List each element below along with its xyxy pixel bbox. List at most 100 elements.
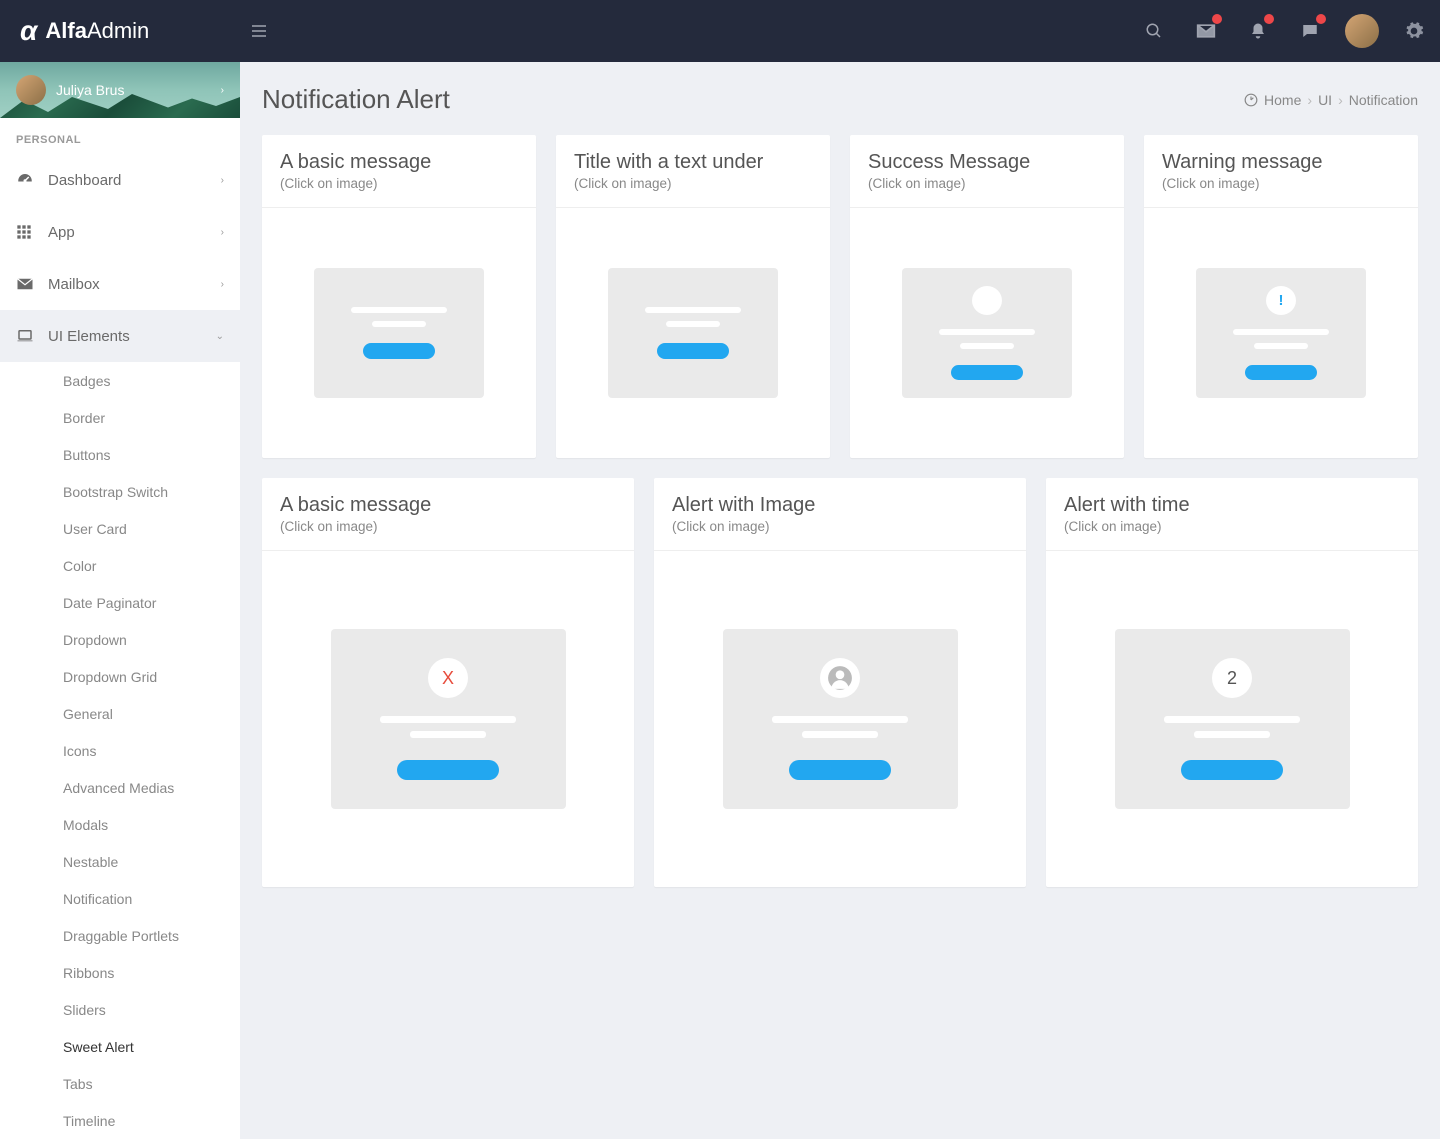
page-title: Notification Alert xyxy=(262,84,450,115)
sub-item-advanced-medias[interactable]: Advanced Medias xyxy=(0,769,240,806)
chevron-down-icon: ⌄ xyxy=(216,331,224,342)
placeholder-line xyxy=(1254,343,1309,349)
card-header: A basic message(Click on image) xyxy=(262,135,536,208)
search-icon xyxy=(1145,22,1163,40)
alert-card: Title with a text under(Click on image) xyxy=(556,135,830,458)
alert-preview[interactable] xyxy=(723,629,958,809)
placeholder-line xyxy=(1233,329,1329,335)
placeholder-line xyxy=(772,716,907,723)
sidebar: Juliya Brus › PERSONAL Dashboard›App›Mai… xyxy=(0,62,240,1139)
mail-icon xyxy=(16,275,48,293)
card-subtitle: (Click on image) xyxy=(574,176,812,191)
sub-item-user-card[interactable]: User Card xyxy=(0,510,240,547)
sub-item-buttons[interactable]: Buttons xyxy=(0,436,240,473)
alert-preview[interactable] xyxy=(314,268,484,398)
card-subtitle: (Click on image) xyxy=(1064,519,1400,534)
nav-item-dashboard[interactable]: Dashboard› xyxy=(0,154,240,206)
card-title: Alert with time xyxy=(1064,494,1400,517)
dashboard-icon xyxy=(1244,93,1258,107)
placeholder-button xyxy=(363,343,436,359)
alert-preview[interactable]: ! xyxy=(1196,268,1366,398)
alert-preview[interactable] xyxy=(608,268,778,398)
brand-bold: Alfa xyxy=(45,18,87,43)
chevron-right-icon: › xyxy=(221,279,224,290)
sub-item-badges[interactable]: Badges xyxy=(0,362,240,399)
bell-badge xyxy=(1264,14,1274,24)
page-header: Notification Alert Home › UI › Notificat… xyxy=(262,84,1418,115)
alert-card: A basic message(Click on image) xyxy=(262,135,536,458)
card-subtitle: (Click on image) xyxy=(868,176,1106,191)
user-panel[interactable]: Juliya Brus › xyxy=(0,62,240,118)
sub-item-notification[interactable]: Notification xyxy=(0,880,240,917)
user-avatar-icon xyxy=(16,75,46,105)
nav-item-ui-elements[interactable]: UI Elements⌄ xyxy=(0,310,240,362)
top-header: α AlfaAdmin xyxy=(0,0,1440,62)
alert-card: Success Message(Click on image) xyxy=(850,135,1124,458)
sub-item-tabs[interactable]: Tabs xyxy=(0,1065,240,1102)
user-avatar-button[interactable] xyxy=(1336,0,1388,62)
main-content: Notification Alert Home › UI › Notificat… xyxy=(240,62,1440,1139)
timer-value: 2 xyxy=(1212,658,1252,698)
placeholder-button xyxy=(397,760,499,780)
alert-card: Warning message (Click on image)! xyxy=(1144,135,1418,458)
sub-item-sweet-alert[interactable]: Sweet Alert xyxy=(0,1028,240,1065)
alert-preview[interactable]: X xyxy=(331,629,566,809)
sub-item-general[interactable]: General xyxy=(0,695,240,732)
card-title: Warning message xyxy=(1162,151,1400,174)
alert-card: Alert with time (Click on image) 2 xyxy=(1046,478,1418,887)
hamburger-icon xyxy=(252,24,266,38)
sub-item-draggable-portlets[interactable]: Draggable Portlets xyxy=(0,917,240,954)
nav-item-app[interactable]: App› xyxy=(0,206,240,258)
placeholder-button xyxy=(657,343,730,359)
sub-item-sliders[interactable]: Sliders xyxy=(0,991,240,1028)
card-body: X xyxy=(262,551,634,887)
chat-icon xyxy=(1301,22,1319,40)
breadcrumb-ui[interactable]: UI xyxy=(1318,92,1332,108)
menu-toggle-button[interactable] xyxy=(240,24,278,38)
error-x-icon: X xyxy=(428,658,468,698)
settings-button[interactable] xyxy=(1388,0,1440,62)
sub-item-dropdown[interactable]: Dropdown xyxy=(0,621,240,658)
mail-badge xyxy=(1212,14,1222,24)
card-header: Alert with Image(Click on image) xyxy=(654,478,1026,551)
chat-badge xyxy=(1316,14,1326,24)
nav-item-label: Dashboard xyxy=(48,172,121,189)
sub-item-border[interactable]: Border xyxy=(0,399,240,436)
card-body xyxy=(850,208,1124,458)
sub-item-modals[interactable]: Modals xyxy=(0,806,240,843)
mail-button[interactable] xyxy=(1180,0,1232,62)
sub-item-color[interactable]: Color xyxy=(0,547,240,584)
placeholder-line xyxy=(939,329,1035,335)
sub-item-date-paginator[interactable]: Date Paginator xyxy=(0,584,240,621)
placeholder-line xyxy=(645,307,741,313)
notifications-button[interactable] xyxy=(1232,0,1284,62)
card-subtitle: (Click on image) xyxy=(1162,176,1400,191)
sub-item-timeline[interactable]: Timeline xyxy=(0,1102,240,1139)
sub-item-dropdown-grid[interactable]: Dropdown Grid xyxy=(0,658,240,695)
alert-preview[interactable] xyxy=(902,268,1072,398)
placeholder-line xyxy=(380,716,515,723)
nav-item-label: Mailbox xyxy=(48,276,100,293)
sub-item-nestable[interactable]: Nestable xyxy=(0,843,240,880)
placeholder-button xyxy=(789,760,891,780)
card-header: Alert with time (Click on image) xyxy=(1046,478,1418,551)
sub-item-ribbons[interactable]: Ribbons xyxy=(0,954,240,991)
nav-section-header: PERSONAL xyxy=(0,118,240,154)
sub-item-icons[interactable]: Icons xyxy=(0,732,240,769)
card-title: A basic message xyxy=(280,494,616,517)
nav-item-mailbox[interactable]: Mailbox › xyxy=(0,258,240,310)
sub-item-bootstrap-switch[interactable]: Bootstrap Switch xyxy=(0,473,240,510)
separator-icon: › xyxy=(1338,92,1343,108)
chat-button[interactable] xyxy=(1284,0,1336,62)
breadcrumb: Home › UI › Notification xyxy=(1244,92,1418,108)
alpha-icon: α xyxy=(20,15,37,47)
card-body: 2 xyxy=(1046,551,1418,887)
nav-item-label: App xyxy=(48,224,75,241)
placeholder-line xyxy=(1194,731,1271,738)
brand-logo[interactable]: α AlfaAdmin xyxy=(0,0,240,62)
avatar-icon xyxy=(1345,14,1379,48)
alert-preview[interactable]: 2 xyxy=(1115,629,1350,809)
search-button[interactable] xyxy=(1128,0,1180,62)
alert-card: A basic message(Click on image)X xyxy=(262,478,634,887)
breadcrumb-home[interactable]: Home xyxy=(1264,92,1301,108)
